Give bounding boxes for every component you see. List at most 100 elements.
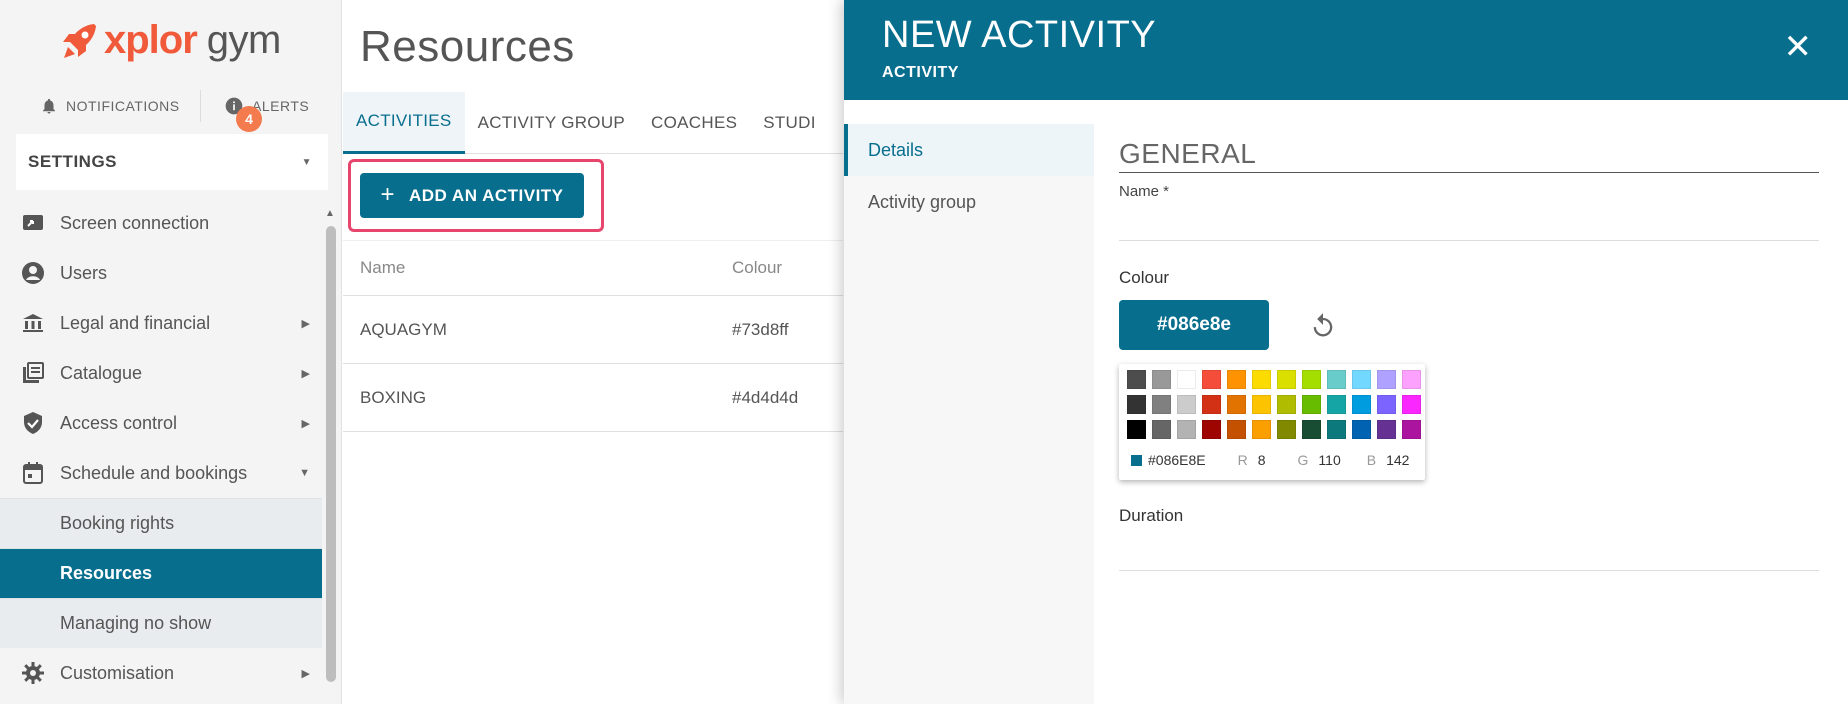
colour-swatch[interactable]: [1152, 370, 1171, 389]
scroll-up-arrow-icon[interactable]: ▲: [325, 208, 335, 219]
colour-swatch[interactable]: [1352, 395, 1371, 414]
colour-swatch[interactable]: [1277, 420, 1296, 439]
add-activity-button[interactable]: + ADD AN ACTIVITY: [360, 173, 584, 218]
g-label: G: [1297, 452, 1309, 468]
colour-label: Colour: [1119, 268, 1170, 287]
sidebar-item-schedule-and-bookings[interactable]: Schedule and bookings ▼: [0, 448, 322, 498]
colour-swatch[interactable]: [1327, 395, 1346, 414]
catalogue-icon: [20, 360, 46, 386]
sidebar-subitem-resources[interactable]: Resources: [0, 548, 322, 598]
new-activity-drawer: NEW ACTIVITY ACTIVITY ✕ Details Activity…: [844, 0, 1848, 704]
colour-swatch[interactable]: [1252, 370, 1271, 389]
sidebar-item-screen-connection[interactable]: Screen connection: [0, 198, 322, 248]
colour-swatch[interactable]: [1177, 395, 1196, 414]
colour-swatch[interactable]: [1177, 420, 1196, 439]
cell-name: AQUAGYM: [360, 319, 447, 339]
drawer-nav-details[interactable]: Details: [844, 124, 1094, 176]
reset-icon[interactable]: [1309, 312, 1337, 340]
sidebar-scrollbar[interactable]: [326, 226, 336, 682]
chevron-down-icon: ▼: [299, 467, 310, 479]
activity-form: GENERAL Name * Colour #086e8e #086E8E R …: [1119, 124, 1819, 571]
sidebar-item-legal-and-financial[interactable]: Legal and financial ▶: [0, 298, 322, 348]
colour-swatch[interactable]: [1227, 395, 1246, 414]
hex-input[interactable]: #086E8E: [1148, 452, 1206, 468]
swatch-grid: [1127, 370, 1421, 439]
plus-icon: +: [380, 180, 395, 208]
sidebar-item-users[interactable]: Users: [0, 248, 322, 298]
chevron-right-icon: ▶: [301, 417, 310, 430]
tab-coaches[interactable]: COACHES: [638, 92, 750, 154]
colour-swatch[interactable]: [1377, 370, 1396, 389]
colour-swatch[interactable]: [1202, 395, 1221, 414]
colour-swatch[interactable]: [1277, 395, 1296, 414]
sidebar-subitem-label: Managing no show: [60, 613, 212, 633]
sidebar-item-label: Customisation: [60, 662, 175, 683]
colour-swatch[interactable]: [1152, 420, 1171, 439]
screen-connection-icon: [20, 210, 46, 236]
column-header-colour[interactable]: Colour: [732, 258, 782, 278]
colour-swatch[interactable]: [1402, 420, 1421, 439]
colour-swatch[interactable]: [1127, 395, 1146, 414]
tab-activities[interactable]: ACTIVITIES: [343, 91, 465, 154]
colour-swatch[interactable]: [1227, 370, 1246, 389]
cell-colour: #4d4d4d: [732, 387, 799, 407]
colour-swatch[interactable]: [1327, 370, 1346, 389]
settings-dropdown[interactable]: SETTINGS ▼: [16, 134, 328, 190]
colour-swatch[interactable]: [1177, 370, 1196, 389]
xplor-gym-logo[interactable]: xplor gym: [60, 18, 281, 63]
drawer-header: NEW ACTIVITY ACTIVITY ✕: [844, 0, 1848, 100]
r-input[interactable]: 8: [1258, 452, 1266, 468]
header-divider: [200, 90, 201, 122]
drawer-nav-activity-group[interactable]: Activity group: [844, 176, 1094, 228]
sidebar-item-access-control[interactable]: Access control ▶: [0, 398, 322, 448]
palette-footer: #086E8E R 8 G 110 B 142: [1131, 452, 1409, 468]
colour-swatch[interactable]: [1202, 370, 1221, 389]
sidebar-subitem-booking-rights[interactable]: Booking rights: [0, 498, 322, 548]
duration-input[interactable]: [1119, 570, 1819, 571]
g-input[interactable]: 110: [1318, 452, 1340, 468]
main-content: Resources ACTIVITIES ACTIVITY GROUP COAC…: [343, 0, 843, 704]
sidebar-subitem-managing-no-show[interactable]: Managing no show: [0, 598, 322, 648]
colour-swatch[interactable]: [1127, 420, 1146, 439]
table-row[interactable]: BOXING #4d4d4d: [343, 364, 843, 432]
brand-suffix: gym: [206, 18, 282, 62]
colour-swatch[interactable]: [1352, 420, 1371, 439]
chevron-right-icon: ▶: [301, 317, 310, 330]
table-row[interactable]: AQUAGYM #73d8ff: [343, 296, 843, 364]
notifications-label: NOTIFICATIONS: [66, 98, 180, 114]
tab-activity-group[interactable]: ACTIVITY GROUP: [465, 92, 638, 154]
sidebar-subitem-label: Resources: [60, 563, 153, 583]
colour-swatch[interactable]: [1327, 420, 1346, 439]
colour-swatch[interactable]: [1302, 395, 1321, 414]
colour-swatch[interactable]: [1152, 395, 1171, 414]
sidebar-subitem-label: Booking rights: [60, 513, 175, 533]
sidebar-item-catalogue[interactable]: Catalogue ▶: [0, 348, 322, 398]
colour-swatch[interactable]: [1127, 370, 1146, 389]
colour-swatch[interactable]: [1252, 420, 1271, 439]
sidebar-item-customisation[interactable]: Customisation ▶: [0, 648, 322, 698]
sidebar-item-label: Schedule and bookings: [60, 462, 248, 483]
colour-swatch[interactable]: [1377, 395, 1396, 414]
colour-swatch[interactable]: [1252, 395, 1271, 414]
sidebar-menu: Screen connection Users Legal and financ…: [0, 198, 322, 698]
colour-swatch[interactable]: [1377, 420, 1396, 439]
brand-name: xplor: [104, 18, 198, 62]
colour-swatch[interactable]: [1202, 420, 1221, 439]
colour-picker-button[interactable]: #086e8e: [1119, 300, 1269, 350]
colour-swatch[interactable]: [1352, 370, 1371, 389]
gear-icon: [20, 660, 46, 686]
notifications-link[interactable]: NOTIFICATIONS: [40, 97, 180, 115]
name-input[interactable]: [1119, 240, 1819, 241]
colour-swatch[interactable]: [1402, 370, 1421, 389]
colour-swatch[interactable]: [1402, 395, 1421, 414]
drawer-nav: Details Activity group: [844, 124, 1094, 704]
colour-swatch[interactable]: [1227, 420, 1246, 439]
colour-swatch[interactable]: [1302, 420, 1321, 439]
close-icon[interactable]: ✕: [1784, 30, 1813, 64]
column-header-name[interactable]: Name: [360, 258, 405, 278]
colour-swatch[interactable]: [1302, 370, 1321, 389]
colour-swatch[interactable]: [1277, 370, 1296, 389]
duration-label: Duration: [1119, 506, 1184, 525]
tab-studios[interactable]: STUDI: [750, 92, 829, 154]
b-input[interactable]: 142: [1386, 452, 1409, 468]
